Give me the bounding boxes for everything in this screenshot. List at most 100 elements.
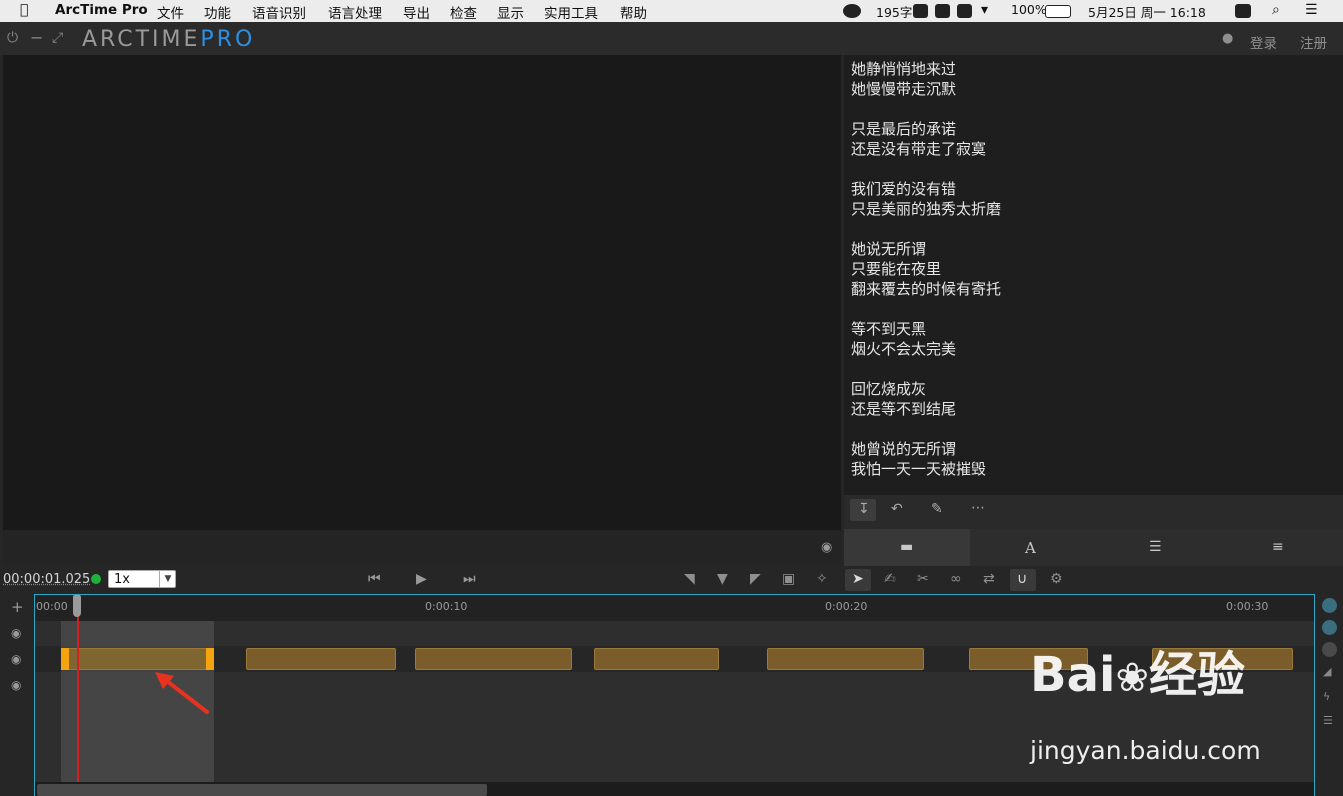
track3-eye-icon[interactable]: ◉ (11, 678, 21, 692)
sogou-icon[interactable] (1235, 4, 1251, 18)
settings-sliders-icon[interactable]: ≡ (1272, 539, 1284, 555)
fullscreen-icon[interactable]: ⤢ (52, 30, 63, 46)
menu-file[interactable]: 文件 (157, 2, 184, 22)
video-preview-footer (3, 530, 841, 566)
chevron-down-icon[interactable]: ▼ (159, 571, 176, 587)
app-menu[interactable]: ArcTime Pro (55, 2, 148, 18)
clip-end-handle[interactable] (206, 648, 214, 670)
subtitle-line[interactable]: 只要能在夜里 (851, 258, 941, 279)
zoom-circle-icon[interactable] (1322, 620, 1337, 635)
subtitle-line[interactable]: 她说无所谓 (851, 238, 926, 259)
insert-down-icon[interactable]: ↧ (858, 501, 870, 517)
magic-wand-icon[interactable]: ✧ (816, 571, 828, 587)
microphone-icon[interactable] (935, 4, 950, 18)
timecode[interactable]: 00:00:01.025 (3, 572, 90, 587)
menu-language-processing[interactable]: 语言处理 (328, 2, 382, 22)
transport-bar (0, 566, 1343, 594)
camera-app-icon[interactable] (913, 4, 928, 18)
wifi-icon[interactable]: ▾ (981, 2, 988, 18)
mark-out-icon[interactable]: ◤ (750, 571, 761, 587)
app-logo: ARCTIMEPRO (82, 27, 255, 52)
subtitle-line[interactable]: 她曾说的无所谓 (851, 438, 956, 459)
mark-down-icon[interactable]: ▼ (717, 571, 728, 587)
track-controls (3, 594, 34, 796)
menu-function[interactable]: 功能 (204, 2, 231, 22)
watermark-brand: Bai (1030, 647, 1116, 703)
subtitle-clip-selected[interactable] (61, 648, 214, 670)
swap-icon[interactable]: ⇄ (983, 571, 995, 587)
undo-icon[interactable]: ↶ (891, 501, 903, 517)
clock[interactable]: 5月25日 周一 16:18 (1088, 2, 1206, 21)
logo-pro: PRO (200, 27, 256, 52)
subtitle-clip[interactable] (767, 648, 924, 670)
spotlight-search-icon[interactable]: ⌕ (1272, 2, 1280, 18)
more-icon[interactable]: ⋯ (971, 500, 985, 516)
subtitle-line[interactable]: 只是美丽的独秀太折磨 (851, 198, 1001, 219)
timeline-ruler[interactable] (35, 595, 1314, 621)
notification-center-icon[interactable]: ☰ (1305, 2, 1318, 18)
video-preview[interactable] (3, 55, 841, 530)
scissors-icon[interactable]: ✂ (917, 571, 929, 587)
mark-in-icon[interactable]: ◥ (684, 571, 695, 587)
list-icon[interactable]: ☰ (1149, 539, 1162, 555)
track2-eye-icon[interactable]: ◉ (11, 652, 21, 666)
speed-select[interactable]: 1x ▼ (108, 570, 176, 588)
menu-tools[interactable]: 实用工具 (544, 2, 598, 22)
subtitle-clip[interactable] (594, 648, 719, 670)
scrollbar-thumb[interactable] (37, 784, 487, 796)
subtitle-line[interactable]: 我们爱的没有错 (851, 178, 956, 199)
font-style-icon[interactable]: A (1025, 539, 1036, 557)
subtitle-line[interactable]: 回忆烧成灰 (851, 378, 926, 399)
zoom-circle-icon[interactable] (1322, 598, 1337, 613)
track1-eye-icon[interactable]: ◉ (11, 626, 21, 640)
link-icon[interactable]: ∞ (950, 571, 962, 587)
input-method-icon[interactable] (957, 4, 972, 18)
subtitle-line[interactable]: 她静悄悄地来过 (851, 58, 956, 79)
waveform-icon[interactable]: ◢ (1323, 665, 1331, 678)
subtitle-clip[interactable] (415, 648, 572, 670)
menubar:  ArcTime Pro 文件 功能 语音识别 语言处理 导出 检查 显示 实… (0, 0, 1343, 22)
subtitle-line[interactable]: 只是最后的承诺 (851, 118, 956, 139)
subtitle-clip[interactable] (246, 648, 396, 670)
ruler-label: 00:00 (36, 600, 68, 613)
user-icon[interactable]: ● (1222, 31, 1233, 46)
minimize-icon[interactable]: − (30, 28, 43, 47)
subtitle-line[interactable]: 我怕一天一天被摧毁 (851, 458, 986, 479)
add-track-icon[interactable]: + (11, 598, 24, 616)
playhead-line[interactable] (77, 608, 79, 782)
gear-icon[interactable]: ⚙ (1050, 571, 1063, 587)
next-frame-icon[interactable]: ⏭ (463, 571, 476, 587)
camera-icon[interactable]: ▣ (782, 571, 795, 587)
menu-help[interactable]: 帮助 (620, 2, 647, 22)
prev-frame-icon[interactable]: ⏮ (368, 571, 381, 587)
subtitle-line[interactable]: 还是没有带走了寂寞 (851, 138, 986, 159)
register-button[interactable]: 注册 (1300, 32, 1327, 52)
power-icon[interactable]: ⏻ (7, 30, 18, 46)
menu-check[interactable]: 检查 (450, 2, 477, 22)
ruler-label: 0:00:30 (1226, 600, 1269, 613)
menu-display[interactable]: 显示 (497, 2, 524, 22)
apple-icon[interactable]:  (20, 2, 28, 18)
menu-speech-recognition[interactable]: 语音识别 (252, 2, 306, 22)
subtitle-line[interactable]: 烟火不会太完美 (851, 338, 956, 359)
play-icon[interactable]: ▶ (416, 571, 427, 587)
subtitle-line[interactable]: 等不到天黑 (851, 318, 926, 339)
subtitle-line[interactable]: 还是等不到结尾 (851, 398, 956, 419)
edit-pencil-icon[interactable]: ✎ (931, 501, 943, 517)
list-small-icon[interactable]: ☰ (1323, 714, 1333, 727)
pointer-icon[interactable]: ➤ (852, 571, 864, 587)
login-button[interactable]: 登录 (1250, 32, 1277, 52)
subtitle-comment-icon[interactable]: ▬ (900, 539, 913, 555)
battery-icon[interactable] (1045, 5, 1071, 18)
flash-icon[interactable]: ϟ (1323, 690, 1330, 703)
wechat-icon[interactable] (843, 4, 861, 18)
subtitle-line[interactable]: 她慢慢带走沉默 (851, 78, 956, 99)
subtitle-line[interactable]: 翻来覆去的时候有寄托 (851, 278, 1001, 299)
edit-box-icon[interactable]: ✍ (884, 571, 896, 587)
zoom-circle-icon[interactable] (1322, 642, 1337, 657)
playhead-handle[interactable] (73, 595, 81, 617)
clip-start-handle[interactable] (61, 648, 69, 670)
eye-icon[interactable]: ◉ (821, 540, 832, 555)
menu-export[interactable]: 导出 (403, 2, 430, 22)
magnet-icon[interactable]: ∪ (1017, 571, 1027, 587)
